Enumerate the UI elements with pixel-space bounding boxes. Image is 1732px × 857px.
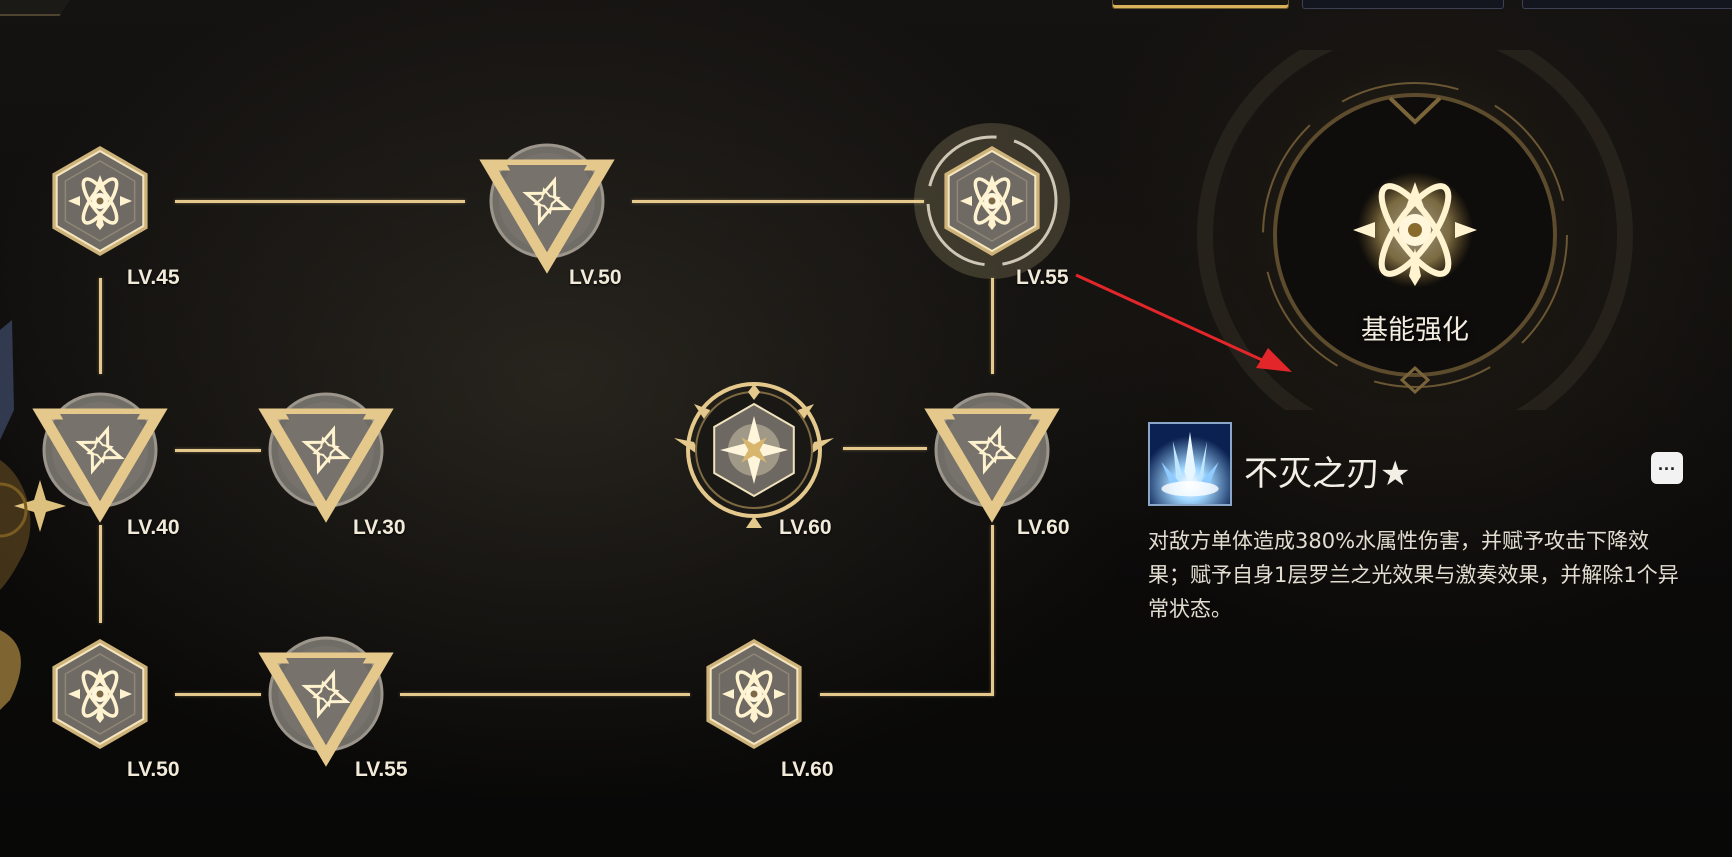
compass-star-icon <box>258 392 394 523</box>
emblem-title: 基能强化 <box>1361 315 1469 345</box>
level-label: LV.40 <box>127 516 180 539</box>
skill-node-lv55-selected[interactable] <box>914 123 1070 279</box>
compass-star-icon <box>924 392 1060 523</box>
connector-55-60b <box>991 278 994 374</box>
more-options-button[interactable]: ... <box>1651 452 1683 484</box>
skill-portrait[interactable] <box>1148 422 1232 506</box>
skill-node-lv60-right[interactable] <box>924 388 1060 523</box>
more-label: ... <box>1657 454 1676 474</box>
top-left-corner-decoration <box>0 0 70 16</box>
level-label: LV.60 <box>1017 516 1070 539</box>
connector-40-50b <box>99 525 102 623</box>
skill-name: 不灭之刃★ <box>1244 454 1411 494</box>
tab-second[interactable] <box>1302 0 1504 9</box>
atom-icon <box>52 146 148 256</box>
level-label: LV.60 <box>781 758 834 781</box>
connector-60b-down <box>991 525 994 695</box>
selected-skill-emblem <box>1197 50 1633 410</box>
blade-burst-icon <box>1150 424 1230 504</box>
skill-node-lv60-bottom[interactable] <box>692 632 816 756</box>
connector-50b-55b <box>175 693 261 696</box>
level-label: LV.55 <box>1016 266 1069 289</box>
skill-node-lv40[interactable] <box>32 388 168 523</box>
level-label: LV.30 <box>353 516 406 539</box>
skill-node-lv60-core[interactable] <box>674 382 834 528</box>
connector-50-55 <box>632 200 924 203</box>
tab-third[interactable] <box>1522 0 1732 9</box>
level-label: LV.60 <box>779 516 832 539</box>
connector-40-30 <box>175 449 261 452</box>
compass-star-icon <box>32 392 168 523</box>
skill-description: 对敌方单体造成380%水属性伤害，并赋予攻击下降效果；赋予自身1层罗兰之光效果与… <box>1148 529 1679 621</box>
compass-star-icon <box>479 143 615 274</box>
skill-node-lv55-bottom[interactable] <box>258 632 394 767</box>
level-label: LV.55 <box>355 758 408 781</box>
connector-45-40 <box>99 278 102 374</box>
level-label: LV.50 <box>127 758 180 781</box>
atom-icon <box>706 639 802 749</box>
level-label: LV.50 <box>569 266 622 289</box>
four-point-star-icon <box>674 382 834 528</box>
connector-core-60b <box>843 447 927 450</box>
connector-60c-right <box>820 693 994 696</box>
atom-icon <box>52 639 148 749</box>
connector-55b-60c <box>400 693 690 696</box>
connector-45-50 <box>175 200 465 203</box>
tab-selected[interactable] <box>1112 0 1289 9</box>
skill-node-lv50-top[interactable] <box>479 139 615 274</box>
atom-icon <box>914 123 1070 279</box>
compass-star-icon <box>258 636 394 767</box>
level-label: LV.45 <box>127 266 180 289</box>
skill-node-lv50-bottom[interactable] <box>38 632 162 756</box>
skill-node-lv45[interactable] <box>38 139 162 263</box>
skill-node-lv30[interactable] <box>258 388 394 523</box>
game-scene: LV.45 LV.50 LV.55 LV.40 LV.30 LV.60 LV.6… <box>0 0 1732 857</box>
